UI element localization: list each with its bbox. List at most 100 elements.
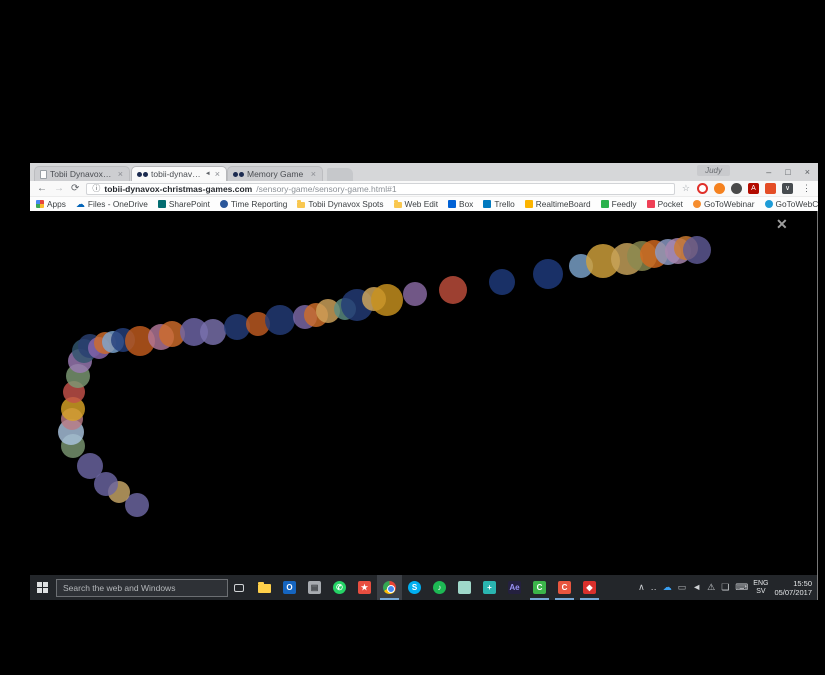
red-app-icon: ◆ [583,581,596,594]
taskbar-app-calendar[interactable]: ▤ [302,575,327,600]
bookmark-item[interactable]: Trello [483,199,514,209]
bookmark-label: Web Edit [405,199,439,209]
taskbar-app-red-c-app[interactable]: C [552,575,577,600]
game-dot[interactable] [77,453,103,479]
bookmark-item[interactable]: GoToWebinar [693,199,755,209]
square-icon [483,200,491,208]
maximize-button[interactable]: □ [785,167,790,177]
search-placeholder: Search the web and Windows [63,583,175,593]
teal-plus-app-icon: + [483,581,496,594]
game-dot[interactable] [403,282,427,306]
taskbar-app-teal-plus-app[interactable]: + [477,575,502,600]
hidden-icons-chevron[interactable]: ∧ [638,583,645,592]
window-controls: – □ × [766,163,814,181]
taskbar-app-mint-app[interactable] [452,575,477,600]
tab-close-icon[interactable]: × [214,169,221,179]
taskbar-app-wunderlist[interactable]: ★ [352,575,377,600]
device-icon[interactable]: ▭ [678,583,687,592]
taskbar-app-file-explorer[interactable] [252,575,277,600]
address-bar[interactable]: ⓘ tobii-dynavox-christmas-games.com/sens… [86,183,675,195]
bookmark-label: Time Reporting [231,199,287,209]
game-dot[interactable] [200,319,226,345]
bookmark-item[interactable]: Apps [36,199,66,209]
taskbar-clock[interactable]: 15:50 05/07/2017 [771,579,818,597]
game-dot[interactable] [439,276,467,304]
bookmark-item[interactable]: SharePoint [158,199,210,209]
bookmark-label: Trello [494,199,514,209]
taskbar-app-outlook[interactable]: O [277,575,302,600]
acrobat-extension-icon[interactable]: A [748,183,759,194]
bookmark-star-icon[interactable]: ☆ [682,183,690,194]
tab-eyegames[interactable]: Tobii Dynavox Eyegames × [34,166,130,181]
flame-extension-icon[interactable] [714,183,725,194]
tab-close-icon[interactable]: × [117,169,124,179]
bookmark-item[interactable]: Box [448,199,473,209]
tab-close-icon[interactable]: × [310,169,317,179]
game-dot[interactable] [683,236,711,264]
pocket-extension-icon[interactable]: ∨ [782,183,793,194]
bookmark-item[interactable]: GoToWebCast [765,199,818,209]
game-dot[interactable] [265,305,295,335]
bookmark-item[interactable]: ☁Files - OneDrive [76,199,148,209]
game-close-icon[interactable]: ✕ [776,216,788,233]
network-icon[interactable]: ⚠ [707,583,715,592]
circle-icon [693,200,701,208]
bookmark-item[interactable]: Pocket [647,199,683,209]
whatsapp-icon: ✆ [333,581,346,594]
game-dot[interactable] [533,259,563,289]
taskbar-app-whatsapp[interactable]: ✆ [327,575,352,600]
info-icon[interactable]: ⓘ [92,185,100,193]
taskbar-app-after-effects[interactable]: Ae [502,575,527,600]
bookmarks-bar: Apps ☁Files - OneDrive SharePoint Time Repo… [30,197,818,211]
sensory-game-canvas[interactable]: ✕ [30,211,818,575]
bookmark-label: Box [459,199,473,209]
red-extension-icon[interactable] [765,183,776,194]
bookmark-item[interactable]: Time Reporting [220,199,287,209]
square-icon [158,200,166,208]
bookmark-item[interactable]: Feedly [601,199,637,209]
new-tab-button[interactable] [327,168,353,181]
tab-sensory-game[interactable]: tobii-dynavox-christm ◄ × [131,166,227,181]
taskbar-app-spotify[interactable]: ♪ [427,575,452,600]
tab-title: tobii-dynavox-christm [151,169,202,179]
tab-memory-game[interactable]: Memory Game × [227,166,323,181]
dots-icon[interactable]: ‥ [651,583,657,592]
system-tray: ∧ ‥ ☁ ▭ ◄ ⚠ ❏ ⌨ [638,583,750,592]
taskbar-app-chrome[interactable] [377,575,402,600]
taskbar-app-camtasia[interactable]: C [527,575,552,600]
taskbar-app-red-app[interactable]: ◆ [577,575,602,600]
start-button[interactable] [30,575,54,600]
game-dot[interactable] [489,269,515,295]
bookmark-label: GoToWebCast [776,199,818,209]
bookmark-label: Pocket [658,199,683,209]
onedrive-cloud-icon[interactable]: ☁ [663,583,672,592]
bookmark-label: Files - OneDrive [88,199,148,209]
chrome-menu-icon[interactable]: ⋮ [800,183,811,194]
taskbar-search-input[interactable]: Search the web and Windows [56,579,228,597]
profile-badge[interactable]: Judy [697,165,730,176]
task-view-button[interactable] [228,575,250,600]
action-center-icon[interactable]: ❏ [721,583,729,592]
bookmark-label: RealtimeBoard [536,199,591,209]
taskbar-app-skype[interactable]: S [402,575,427,600]
keyboard-icon[interactable]: ⌨ [735,583,748,592]
opera-extension-icon[interactable] [697,183,708,194]
bookmark-item[interactable]: RealtimeBoard [525,199,591,209]
folder-icon [394,202,402,208]
volume-icon[interactable]: ◄ [692,583,701,592]
grid-icon [36,200,44,208]
minimize-button[interactable]: – [766,167,771,177]
refresh-icon[interactable]: ⟳ [71,184,79,194]
forward-icon[interactable]: → [54,184,64,194]
language-indicator[interactable]: ENG SV [750,580,771,596]
bookmark-item[interactable]: Web Edit [394,199,439,209]
windows-logo-icon [37,582,48,593]
taskbar-apps: O▤✆★S♪+AeCC◆ [252,575,602,600]
game-dot[interactable] [371,284,403,316]
close-button[interactable]: × [805,167,810,177]
bookmark-item[interactable]: Tobii Dynavox Spots [297,199,383,209]
task-view-icon [234,584,244,592]
clock-time: 15:50 [774,579,812,588]
back-icon[interactable]: ← [37,184,47,194]
dark-extension-icon[interactable] [731,183,742,194]
